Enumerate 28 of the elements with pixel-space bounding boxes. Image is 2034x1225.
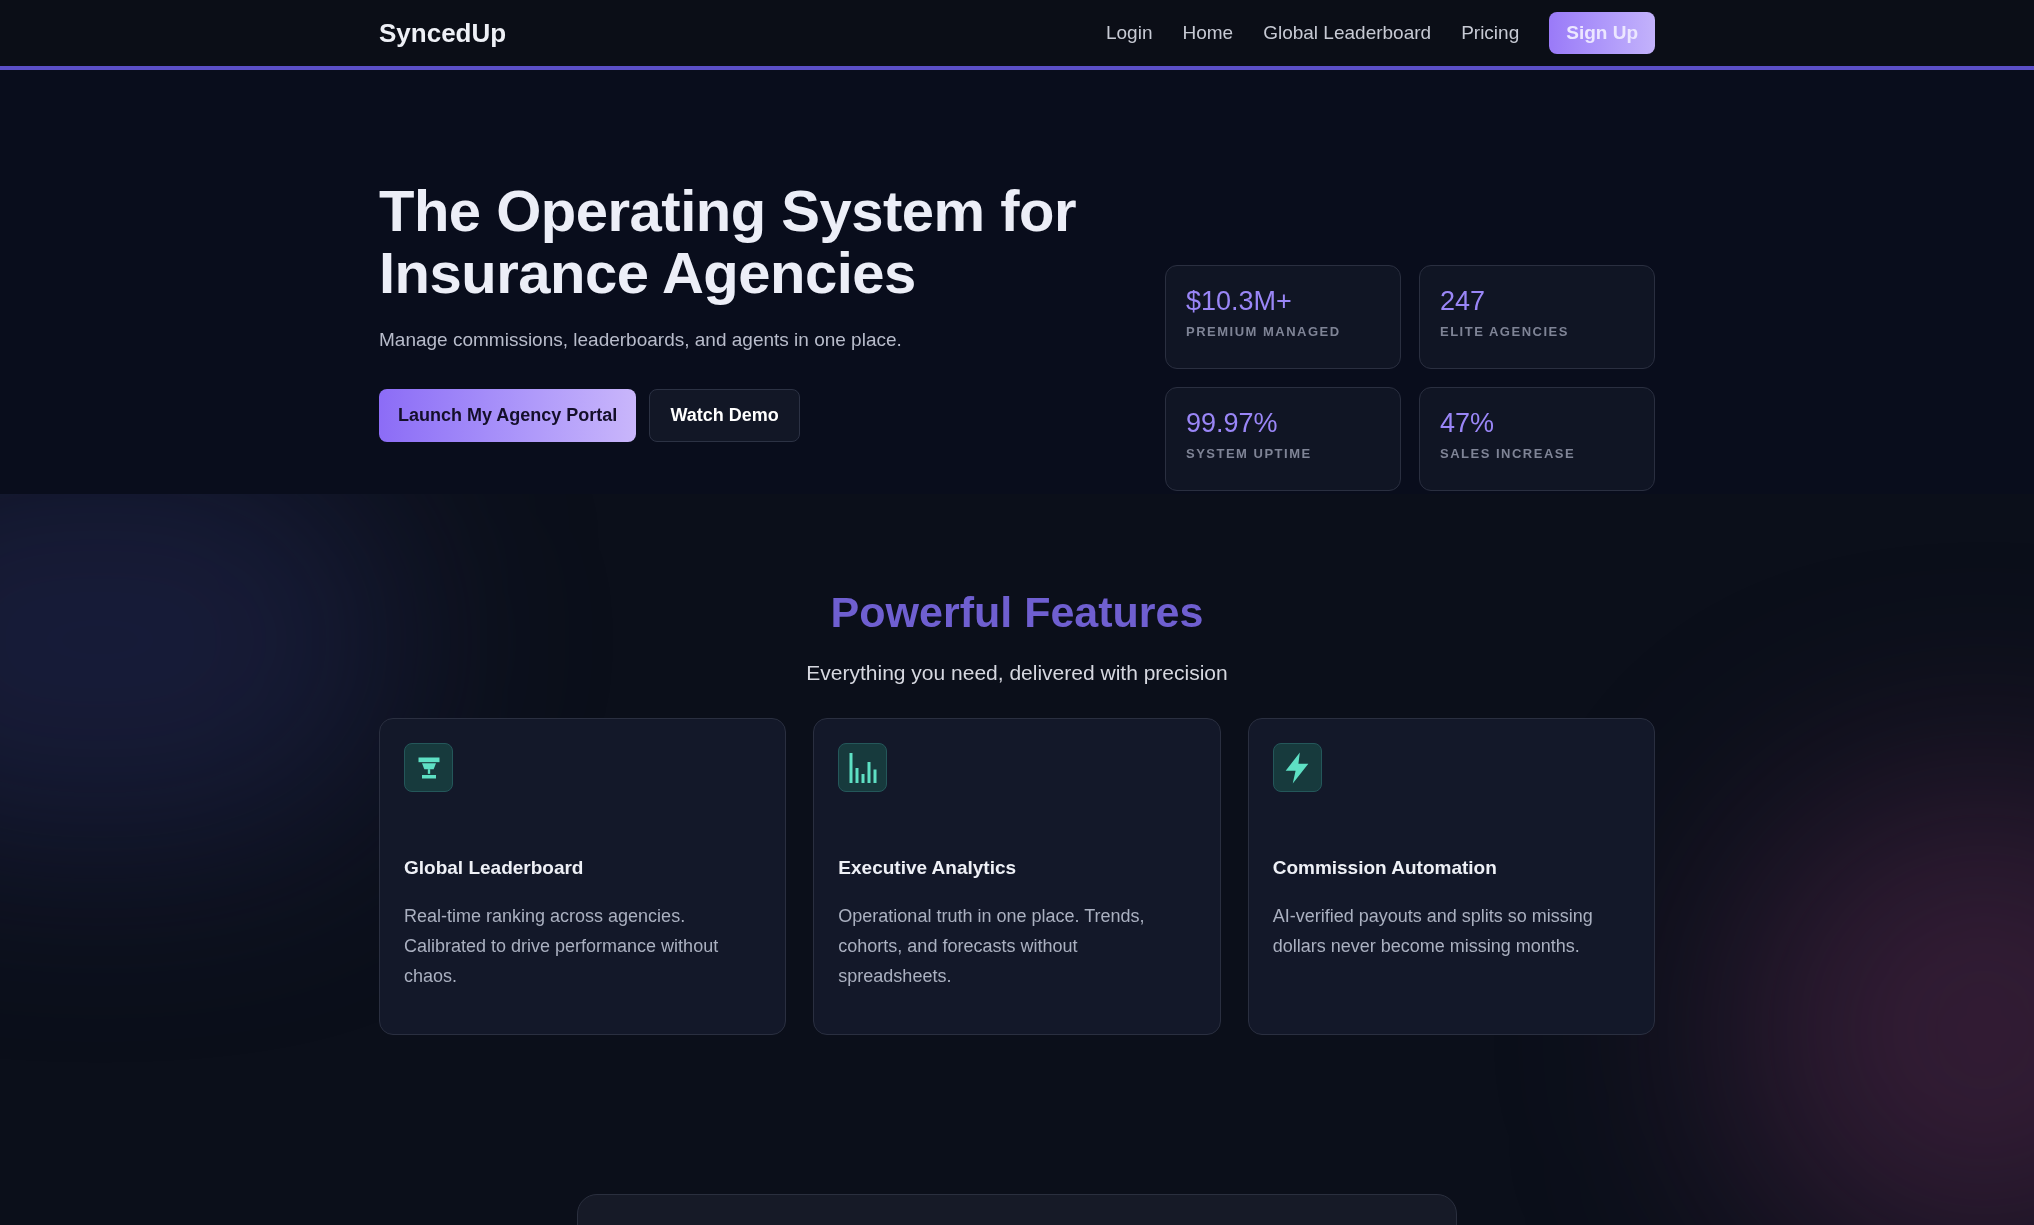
launch-portal-button[interactable]: Launch My Agency Portal xyxy=(379,388,637,442)
feature-description: AI-verified payouts and splits so missing dollars never become missing months. xyxy=(1272,904,1594,958)
section-title: Powerful Features xyxy=(829,587,1205,638)
nav-link[interactable]: Home xyxy=(1182,18,1234,48)
stat-label: SYSTEM UPTIME xyxy=(1186,445,1313,463)
stat-value: $10.3M+ xyxy=(1186,285,1293,318)
stat-value: 47% xyxy=(1440,407,1496,440)
lightning-bolt-icon xyxy=(1272,743,1322,792)
feature-description: Real-time ranking across agencies. Calibrated to drive performance without chaos. xyxy=(404,904,720,988)
bar-chart-icon xyxy=(838,743,888,792)
watch-demo-button[interactable]: Watch Demo xyxy=(649,388,800,442)
stat-value: 99.97% xyxy=(1186,407,1279,440)
hero-title: The Operating System for Insurance Agencies xyxy=(379,180,1078,304)
feature-title: Commission Automation xyxy=(1272,856,1498,880)
stat-value: 247 xyxy=(1440,285,1487,318)
nav-link[interactable]: Global Leaderboard xyxy=(1263,18,1432,48)
stat-label: ELITE AGENCIES xyxy=(1440,323,1570,341)
logo[interactable]: SyncedUp xyxy=(379,13,507,53)
nav-link[interactable]: Pricing xyxy=(1461,18,1520,48)
feature-title: Executive Analytics xyxy=(838,856,1018,880)
feature-title: Global Leaderboard xyxy=(404,856,585,880)
hero-subtitle: Manage commissions, leaderboards, and agents in one place. xyxy=(379,328,903,352)
nav-link[interactable]: Login xyxy=(1106,18,1153,48)
stat-label: PREMIUM MANAGED xyxy=(1186,323,1342,341)
stat-label: SALES INCREASE xyxy=(1440,445,1577,463)
section-subtitle: Everything you need, delivered with precision xyxy=(805,659,1229,686)
feature-description: Operational truth in one place. Trends, cohorts, and forecasts without spreadsheets. xyxy=(838,904,1146,988)
trophy-icon xyxy=(404,743,453,792)
